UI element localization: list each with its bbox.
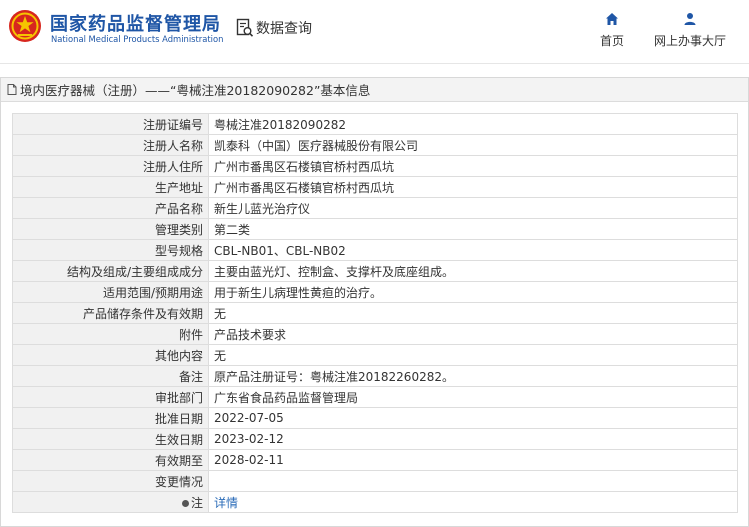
row-value: 2028-02-11 (208, 449, 738, 471)
brand-name-cn: 国家药品监督管理局 (50, 14, 221, 35)
row-value: 主要由蓝光灯、控制盒、支撑杆及底座组成。 (208, 260, 738, 282)
table-row: 适用范围/预期用途 用于新生儿病理性黄疸的治疗。 (12, 281, 738, 303)
row-value: 用于新生儿病理性黄疸的治疗。 (208, 281, 738, 303)
row-key: 附件 (12, 323, 209, 345)
table-row: 附件 产品技术要求 (12, 323, 738, 345)
pin-icon (181, 499, 189, 507)
row-value: CBL-NB01、CBL-NB02 (208, 239, 738, 261)
table-row: 结构及组成/主要组成成分 主要由蓝光灯、控制盒、支撑杆及底座组成。 (12, 260, 738, 282)
data-query-button[interactable]: 数据查询 (236, 18, 312, 38)
row-value: 详情 (208, 491, 738, 513)
national-emblem-icon (9, 10, 41, 42)
row-key: 注 (12, 491, 209, 513)
row-key: 其他内容 (12, 344, 209, 366)
table-row: 管理类别 第二类 (12, 218, 738, 240)
row-value: 广州市番禺区石楼镇官桥村西瓜坑 (208, 176, 738, 198)
row-value: 粤械注准20182090282 (208, 113, 738, 135)
registration-info-table: 注册证编号 粤械注准20182090282 注册人名称 凯泰科（中国）医疗器械股份有… (12, 113, 738, 513)
panel-title-bar: 境内医疗器械（注册）——“粤械注准20182090282”基本信息 (1, 78, 748, 102)
row-key: 备注 (12, 365, 209, 387)
document-icon (7, 84, 17, 95)
row-value: 产品技术要求 (208, 323, 738, 345)
site-header: 国家药品监督管理局 National Medical Products Admi… (0, 0, 749, 64)
nav-online-service-hall-label: 网上办事大厅 (654, 34, 727, 48)
table-row: 批准日期 2022-07-05 (12, 407, 738, 429)
table-row: 产品名称 新生儿蓝光治疗仪 (12, 197, 738, 219)
table-row: 生效日期 2023-02-12 (12, 428, 738, 450)
nav-online-service-hall[interactable]: 网上办事大厅 (654, 12, 726, 49)
row-key: 结构及组成/主要组成成分 (12, 260, 209, 282)
row-key: 注册人名称 (12, 134, 209, 156)
row-key: 有效期至 (12, 449, 209, 471)
row-key: 审批部门 (12, 386, 209, 408)
row-key: 产品名称 (12, 197, 209, 219)
table-row: 型号规格 CBL-NB01、CBL-NB02 (12, 239, 738, 261)
panel-title: 境内医疗器械（注册）——“粤械注准20182090282”基本信息 (20, 83, 371, 98)
row-value: 凯泰科（中国）医疗器械股份有限公司 (208, 134, 738, 156)
user-icon (684, 13, 696, 25)
row-value: 无 (208, 344, 738, 366)
table-row: 变更情况 (12, 470, 738, 492)
data-query-label: 数据查询 (256, 21, 312, 37)
row-value: 2022-07-05 (208, 407, 738, 429)
home-icon (606, 13, 618, 25)
row-value: 新生儿蓝光治疗仪 (208, 197, 738, 219)
row-key: 产品储存条件及有效期 (12, 302, 209, 324)
row-key: 型号规格 (12, 239, 209, 261)
table-row: 其他内容无 (12, 344, 738, 366)
document-search-icon (236, 18, 254, 37)
table-row: 注册人住所 广州市番禺区石楼镇官桥村西瓜坑 (12, 155, 738, 177)
nav-home-label: 首页 (600, 34, 625, 48)
table-row: 审批部门 广东省食品药品监督管理局 (12, 386, 738, 408)
table-row: 有效期至 2028-02-11 (12, 449, 738, 471)
details-link[interactable]: 详情 (214, 496, 238, 510)
row-value: 无 (208, 302, 738, 324)
row-value: 原产品注册证号：粤械注准20182260282。 (208, 365, 738, 387)
detail-panel: 境内医疗器械（注册）——“粤械注准20182090282”基本信息 注册证编号粤… (0, 77, 749, 527)
table-row: 注 详情 (12, 491, 738, 513)
table-row: 注册证编号 粤械注准20182090282 (12, 113, 738, 135)
row-key: 管理类别 (12, 218, 209, 240)
row-key: 生效日期 (12, 428, 209, 450)
row-key: 生产地址 (12, 176, 209, 198)
row-key: 变更情况 (12, 470, 209, 492)
table-row: 注册人名称 凯泰科（中国）医疗器械股份有限公司 (12, 134, 738, 156)
row-key: 批准日期 (12, 407, 209, 429)
row-value: 广东省食品药品监督管理局 (208, 386, 738, 408)
nav-home[interactable]: 首页 (600, 12, 624, 49)
table-row: 产品储存条件及有效期无 (12, 302, 738, 324)
row-key: 注册证编号 (12, 113, 209, 135)
row-key: 注册人住所 (12, 155, 209, 177)
row-value: 第二类 (208, 218, 738, 240)
note-key-label: 注 (190, 495, 203, 510)
row-key: 适用范围/预期用途 (12, 281, 209, 303)
row-value: 广州市番禺区石楼镇官桥村西瓜坑 (208, 155, 738, 177)
row-value (208, 470, 738, 492)
brand-name-en: National Medical Products Administration (51, 34, 224, 44)
table-row: 备注 原产品注册证号：粤械注准20182260282。 (12, 365, 738, 387)
row-value: 2023-02-12 (208, 428, 738, 450)
table-row: 生产地址 广州市番禺区石楼镇官桥村西瓜坑 (12, 176, 738, 198)
